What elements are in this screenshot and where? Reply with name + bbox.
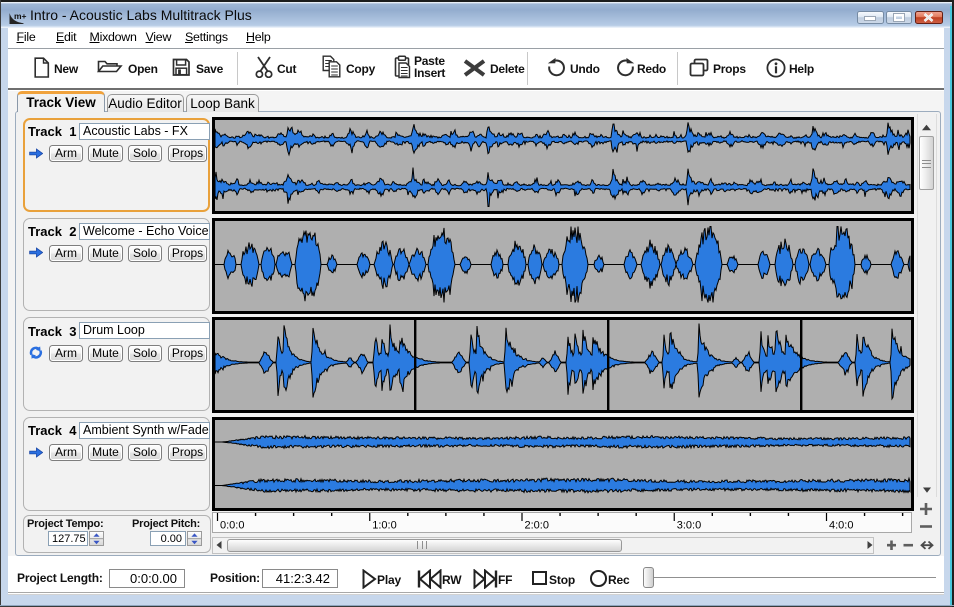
svg-text:2:0:0: 2:0:0 (525, 519, 549, 531)
svg-text:1:0:0: 1:0:0 (372, 519, 396, 531)
svg-text:3:0:0: 3:0:0 (677, 519, 701, 531)
svg-text:m+: m+ (14, 11, 27, 21)
svg-text:4:0:0: 4:0:0 (829, 519, 853, 531)
svg-text:0:0:0: 0:0:0 (220, 519, 244, 531)
